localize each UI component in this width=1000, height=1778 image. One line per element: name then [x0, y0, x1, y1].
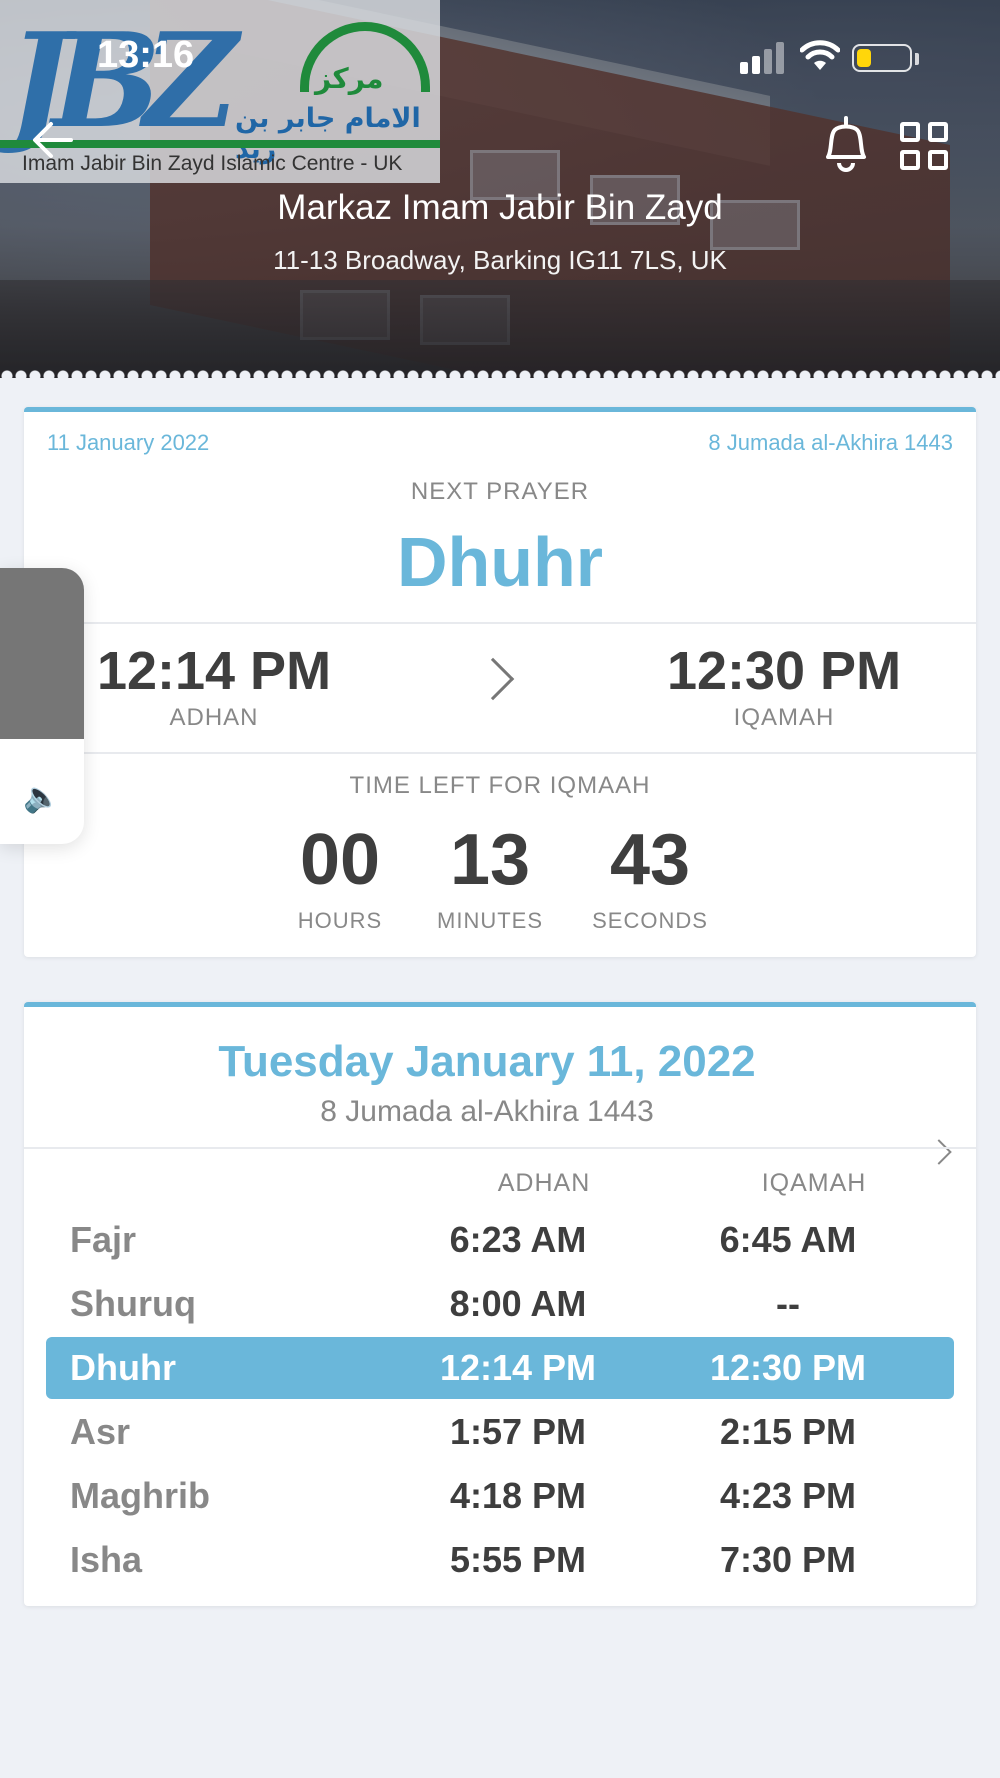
mosque-address: 11-13 Broadway, Barking IG11 7LS, UK	[273, 245, 727, 275]
adhan-time-block: 12:14 PM ADHAN	[64, 640, 364, 732]
status-time: 13:16	[97, 34, 195, 76]
column-header-adhan: ADHAN	[497, 1169, 591, 1197]
countdown-seconds: 43 SECONDS	[570, 820, 730, 934]
prayer-iqamah-time: --	[776, 1283, 800, 1324]
prayer-row-asr: Asr 1:57 PM 2:15 PM	[46, 1401, 954, 1463]
countdown-hours: 00 HOURS	[260, 820, 420, 934]
volume-level	[0, 568, 84, 739]
gregorian-date: 11 January 2022	[47, 430, 210, 455]
prayer-iqamah-time: 7:30 PM	[719, 1539, 857, 1580]
prayer-row-fajr: Fajr 6:23 AM 6:45 AM	[46, 1209, 954, 1271]
next-prayer-name: Dhuhr	[396, 523, 604, 601]
prayer-row-maghrib: Maghrib 4:18 PM 4:23 PM	[46, 1465, 954, 1527]
logo-arabic-line1: مركز	[315, 62, 384, 95]
prayer-iqamah-time: 4:23 PM	[719, 1475, 857, 1516]
prayer-adhan-time: 1:57 PM	[449, 1411, 587, 1452]
adhan-time: 12:14 PM	[96, 641, 332, 701]
battery-nub	[915, 53, 919, 65]
prayer-name: Shuruq	[70, 1283, 196, 1324]
chevron-right-icon	[471, 657, 515, 701]
grid-menu-button[interactable]	[900, 122, 950, 172]
prayer-adhan-time: 5:55 PM	[449, 1539, 587, 1580]
iqamah-label: IQAMAH	[733, 704, 835, 731]
iqamah-time: 12:30 PM	[666, 641, 902, 701]
divider	[24, 1147, 976, 1149]
countdown-minutes-value: 13	[449, 820, 531, 900]
prayer-name: Fajr	[70, 1219, 137, 1260]
mosque-header: JBZ مركز الامام جابر بن زيد Imam Jabir B…	[0, 0, 1000, 378]
divider	[24, 622, 976, 624]
prayer-iqamah-time: 6:45 AM	[719, 1219, 857, 1260]
prayer-row-dhuhr: Dhuhr 12:14 PM 12:30 PM	[46, 1337, 954, 1399]
prayer-adhan-time: 4:18 PM	[449, 1475, 587, 1516]
prayer-name: Asr	[70, 1411, 131, 1452]
prayer-row-shuruq: Shuruq 8:00 AM --	[46, 1273, 954, 1335]
prayer-iqamah-time: 2:15 PM	[719, 1411, 857, 1452]
prayer-adhan-time: 6:23 AM	[449, 1219, 587, 1260]
hijri-date: 8 Jumada al-Akhira 1443	[708, 430, 953, 455]
schedule-day-title: Tuesday January 11, 2022	[218, 1037, 756, 1086]
countdown-minutes-label: MINUTES	[437, 908, 543, 933]
logo-subtitle: Imam Jabir Bin Zayd Islamic Centre - UK	[22, 152, 403, 175]
cellular-signal-icon	[740, 42, 790, 74]
speaker-icon: 🔈	[23, 781, 61, 814]
adhan-label: ADHAN	[169, 704, 259, 731]
back-arrow-icon	[33, 122, 73, 158]
iqamah-time-block: 12:30 PM IQAMAH	[634, 640, 934, 732]
next-prayer-card: 11 January 2022 8 Jumada al-Akhira 1443 …	[24, 407, 976, 957]
battery-icon	[852, 44, 912, 72]
next-prayer-label: NEXT PRAYER	[410, 478, 590, 505]
prayer-name: Maghrib	[70, 1475, 210, 1516]
next-day-button[interactable]	[926, 1139, 952, 1165]
battery-level	[857, 49, 871, 67]
countdown-minutes: 13 MINUTES	[410, 820, 570, 934]
wifi-icon	[799, 40, 841, 78]
daily-schedule-card: Tuesday January 11, 2022 8 Jumada al-Akh…	[24, 1002, 976, 1606]
schedule-hijri-date: 8 Jumada al-Akhira 1443	[320, 1095, 654, 1128]
countdown-seconds-value: 43	[609, 820, 691, 900]
prayer-adhan-time: 12:14 PM	[439, 1347, 597, 1388]
scalloped-edge	[0, 366, 1000, 378]
prayer-adhan-time: 8:00 AM	[449, 1283, 587, 1324]
grid-menu-icon	[900, 122, 920, 142]
prayer-name: Dhuhr	[70, 1347, 176, 1388]
column-header-iqamah: IQAMAH	[761, 1169, 867, 1197]
notifications-button[interactable]	[818, 115, 874, 175]
prayer-name: Isha	[70, 1539, 143, 1580]
countdown-seconds-label: SECONDS	[592, 908, 708, 933]
countdown-label: TIME LEFT FOR IQMAAH	[349, 772, 651, 799]
back-button[interactable]	[28, 118, 78, 168]
divider	[24, 752, 976, 754]
prayer-iqamah-time: 12:30 PM	[709, 1347, 867, 1388]
prayer-row-isha: Isha 5:55 PM 7:30 PM	[46, 1529, 954, 1591]
status-icons	[740, 38, 940, 78]
mosque-name: Markaz Imam Jabir Bin Zayd	[277, 188, 723, 227]
volume-slider[interactable]: 🔈	[0, 568, 84, 844]
bell-icon	[826, 116, 866, 172]
countdown-hours-value: 00	[299, 820, 381, 900]
countdown-hours-label: HOURS	[297, 908, 383, 933]
